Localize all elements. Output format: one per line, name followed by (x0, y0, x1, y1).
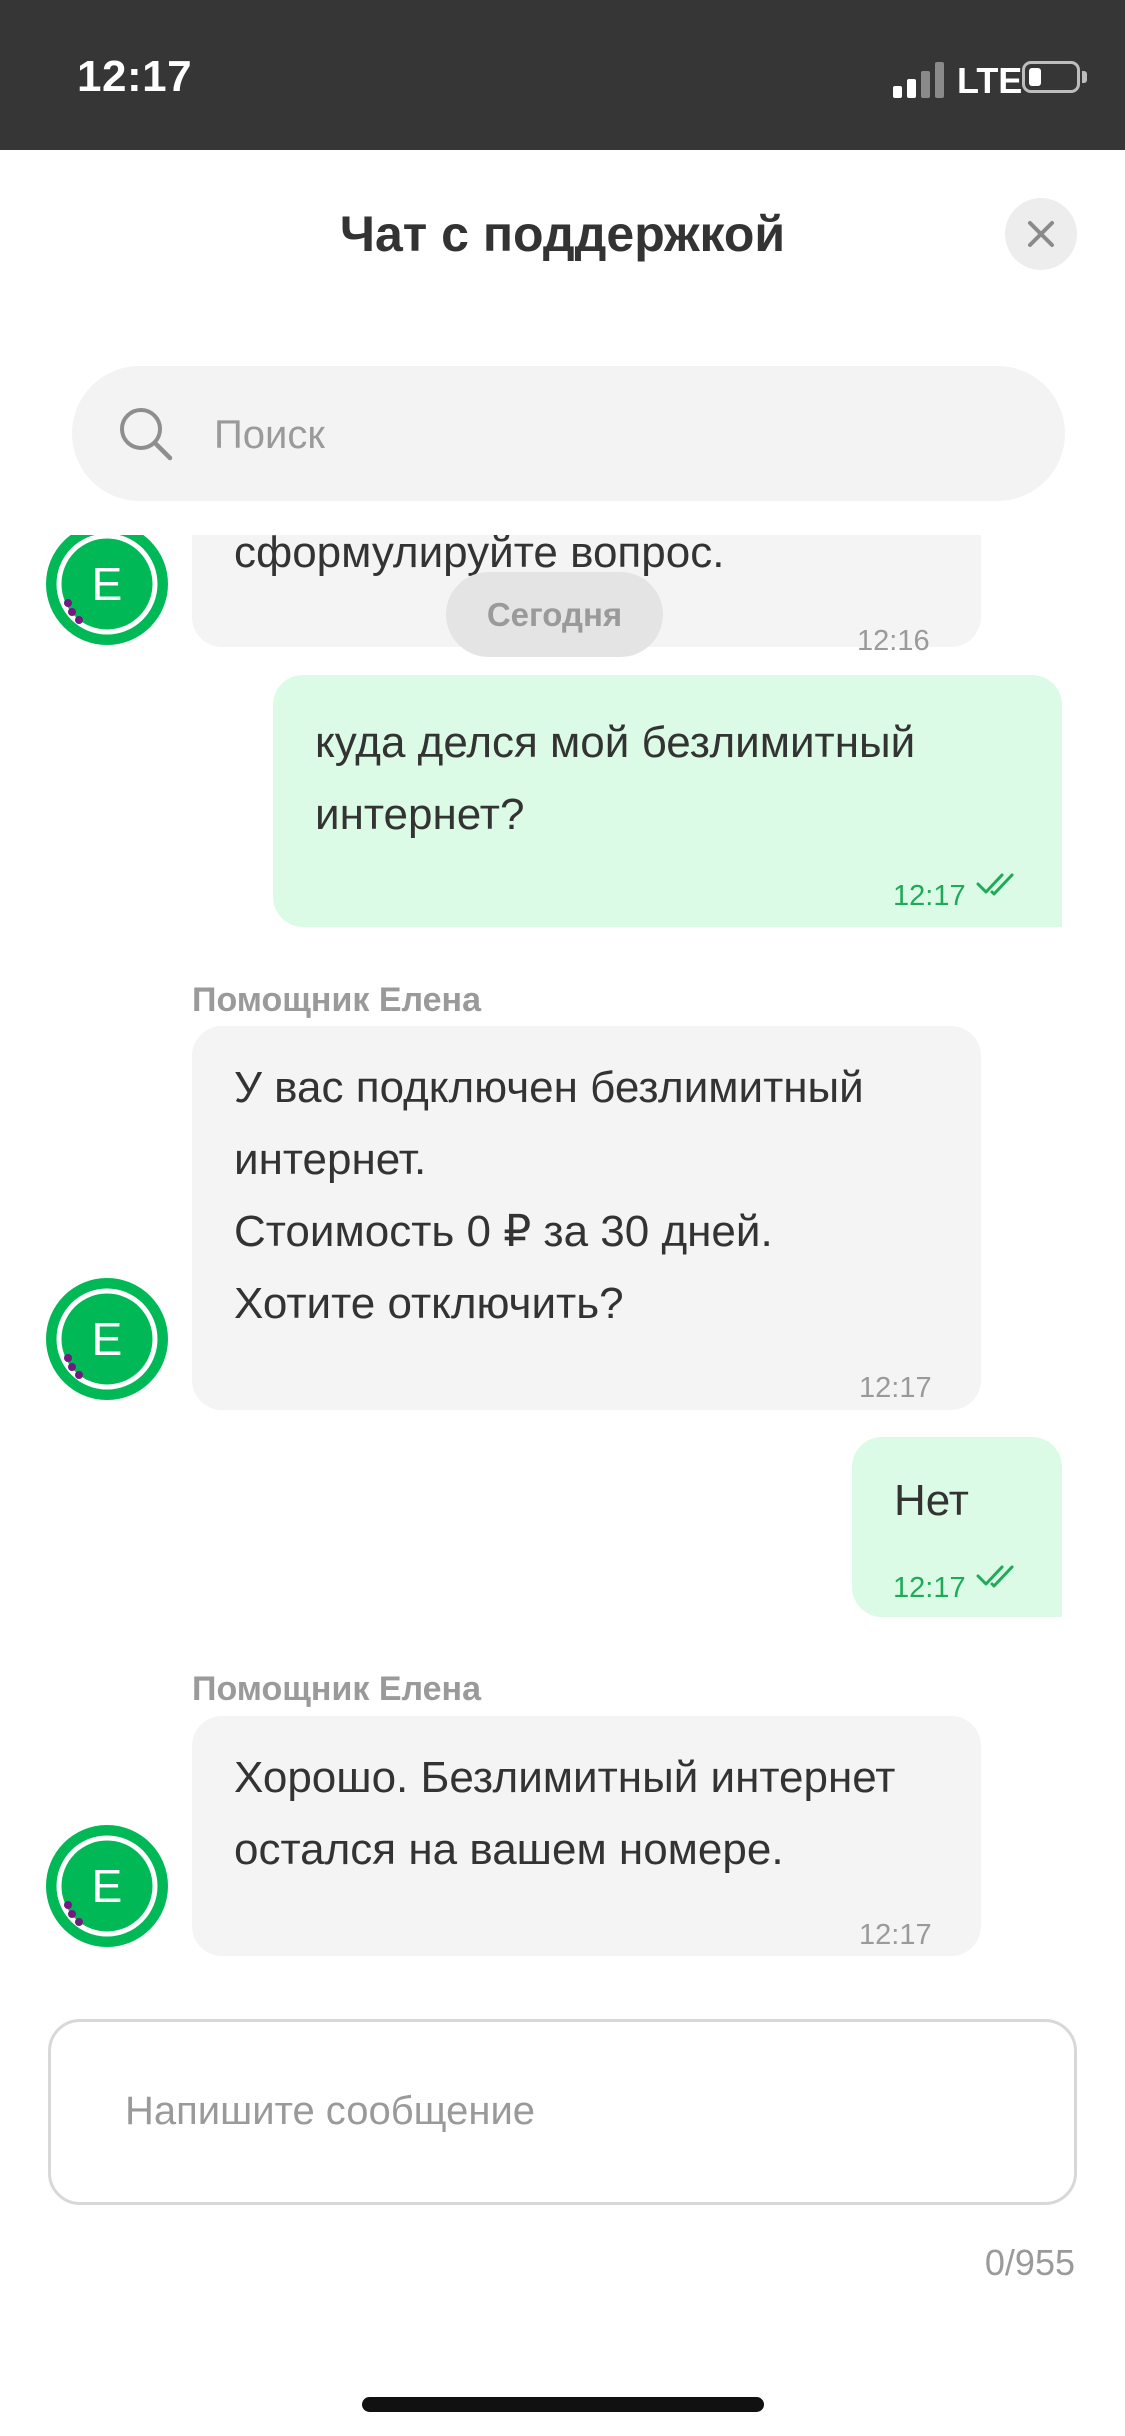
search-input[interactable] (212, 404, 1016, 466)
network-type: LTE (957, 60, 1023, 101)
message-text: Нет (894, 1476, 969, 1525)
message-time: 12:17 (893, 1572, 966, 1604)
double-check-icon (976, 873, 1014, 896)
assistant-avatar-icon: E (56, 535, 158, 635)
message-bubble-incoming: Хорошо. Безлимитный интернет остался на … (192, 1716, 981, 1956)
message-time: 12:16 (857, 625, 930, 657)
svg-text:E: E (92, 1860, 123, 1912)
battery-icon (1022, 61, 1080, 93)
svg-text:E: E (92, 558, 123, 610)
chat-history[interactable]: E сформулируйте вопрос. 12:16 Сегодня ку… (0, 535, 1125, 2005)
search-bar[interactable] (72, 366, 1065, 501)
message-time: 12:17 (859, 1919, 932, 1951)
assistant-avatar: E (46, 1825, 168, 1947)
home-indicator[interactable] (362, 2397, 764, 2412)
svg-text:E: E (92, 1313, 123, 1365)
message-bubble-outgoing: Нет 12:17 (852, 1437, 1062, 1617)
character-counter: 0/955 (984, 2242, 1075, 2283)
page-title: Чат с поддержкой (339, 206, 786, 262)
status-bar: 12:17 LTE (0, 0, 1125, 150)
assistant-avatar-icon: E (56, 1835, 158, 1937)
close-icon (1028, 221, 1054, 247)
date-separator: Сегодня (446, 572, 663, 657)
message-text: У вас подключен безлимитный интернет. Ст… (234, 1063, 864, 1328)
sender-name: Помощник Елена (192, 1670, 481, 1708)
message-composer[interactable] (48, 2019, 1077, 2205)
sender-name: Помощник Елена (192, 981, 481, 1019)
search-icon (120, 408, 173, 461)
message-input[interactable] (123, 2080, 1007, 2142)
cellular-signal-icon (893, 62, 945, 98)
message-bubble-incoming: У вас подключен безлимитный интернет. Ст… (192, 1026, 981, 1410)
status-time: 12:17 (77, 52, 193, 101)
message-time: 12:17 (893, 880, 966, 912)
double-check-icon (976, 1565, 1014, 1588)
assistant-avatar-icon: E (56, 1288, 158, 1390)
assistant-avatar: E (46, 535, 168, 645)
message-bubble-outgoing: куда делся мой безлимитный интернет? 12:… (273, 675, 1062, 927)
assistant-avatar: E (46, 1278, 168, 1400)
battery-cap (1082, 71, 1087, 83)
message-text: Хорошо. Безлимитный интернет остался на … (234, 1753, 896, 1874)
message-time: 12:17 (859, 1372, 932, 1404)
message-text: куда делся мой безлимитный интернет? (315, 718, 916, 839)
close-button[interactable] (1005, 198, 1077, 270)
